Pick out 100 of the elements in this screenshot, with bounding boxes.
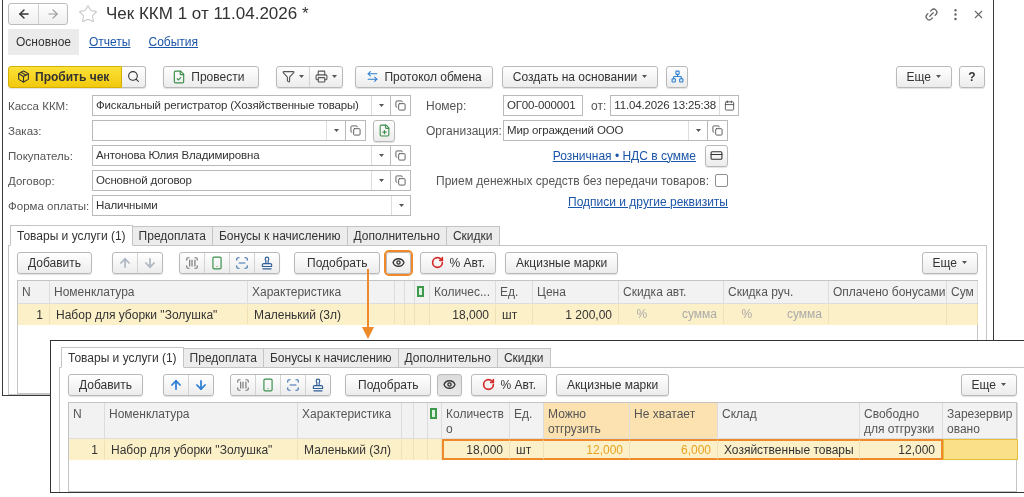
printer-icon <box>315 70 329 83</box>
caret-icon <box>299 75 305 78</box>
open-icon <box>395 175 406 186</box>
open-button[interactable] <box>391 145 411 166</box>
payment-button[interactable] <box>705 144 728 167</box>
add-button[interactable]: Добавить <box>68 373 144 396</box>
price-type-link[interactable]: Розничная • НДС в сумме <box>552 148 696 163</box>
open-icon <box>395 150 406 161</box>
refresh-icon <box>482 378 496 391</box>
open-button[interactable] <box>391 95 411 116</box>
caret-icon <box>695 129 701 132</box>
tab[interactable]: Предоплата <box>132 226 213 246</box>
link-button[interactable] <box>924 6 939 22</box>
auto-discount-button[interactable]: % Авт. <box>420 251 497 274</box>
table-cell: Маленький (3л) <box>248 304 395 325</box>
open-button[interactable] <box>346 120 366 141</box>
column-header[interactable]: Свободно для отгрузки <box>860 403 943 438</box>
number-field[interactable]: ОГ00-000001 <box>503 95 583 116</box>
column-header[interactable]: Оплачено бонусами <box>829 281 947 303</box>
select-field[interactable]: Мир ограждений ООО <box>503 120 708 141</box>
exchange-log-button[interactable]: Протокол обмена <box>355 65 493 88</box>
column-header[interactable]: Не хватает <box>630 403 718 438</box>
table-cell: Хозяйственные товары <box>718 439 860 460</box>
select-field[interactable]: Антонова Юлия Владимировна <box>92 145 391 166</box>
column-header[interactable]: Ед. <box>496 281 533 303</box>
select-field[interactable]: Наличными <box>92 195 411 216</box>
field-label: Форма оплаты: <box>8 199 91 212</box>
tab[interactable]: Дополнительно <box>347 226 447 246</box>
auto-discount-button[interactable]: % Авт. <box>471 373 548 396</box>
amount-placeholder: сумма <box>680 306 718 323</box>
print-receipt-button[interactable]: Пробить чек <box>8 65 123 88</box>
show-stock-button[interactable] <box>386 251 412 274</box>
caret-icon <box>398 204 404 207</box>
details-link[interactable]: Подписи и другие реквизиты <box>568 195 728 209</box>
checkbox-label: Прием денежных средств без передачи товаров: <box>436 173 709 188</box>
stamp-icon <box>311 377 326 392</box>
column-header[interactable]: Склад <box>718 403 860 438</box>
tab[interactable]: Скидки <box>497 348 551 368</box>
checkbox[interactable] <box>715 174 728 187</box>
open-button[interactable] <box>708 120 728 141</box>
tab[interactable]: Бонусы к начислению <box>263 348 399 368</box>
help-button[interactable]: ? <box>959 65 985 88</box>
select-field[interactable] <box>92 120 346 141</box>
date-field[interactable]: 11.04.2026 13:25:38 <box>610 95 740 116</box>
caret-icon <box>378 104 384 107</box>
column-header[interactable]: Цена <box>533 281 619 303</box>
tab[interactable]: Товары и услуги (1) <box>10 225 133 246</box>
tab[interactable]: Бонусы к начислению <box>212 226 348 246</box>
tab[interactable]: Товары и услуги (1) <box>61 347 184 368</box>
tab[interactable]: Дополнительно <box>398 348 498 368</box>
column-header[interactable]: Характеристика <box>248 281 395 303</box>
pick-button[interactable]: Подобрать <box>345 373 432 396</box>
create-based-on-button[interactable]: Создать на основании <box>501 65 659 88</box>
pick-button[interactable]: Подобрать <box>294 251 381 274</box>
show-stock-button[interactable] <box>437 373 463 396</box>
caret-icon <box>1001 383 1006 386</box>
column-header[interactable]: Количес... <box>430 281 496 303</box>
document-icon <box>377 124 391 137</box>
search-button[interactable] <box>122 65 147 88</box>
column-header[interactable]: Сум <box>947 281 978 303</box>
percent-placeholder: % <box>635 306 649 323</box>
scanner-icon <box>235 255 250 270</box>
column-header[interactable]: Зарезервировано <box>943 403 1018 438</box>
open-button[interactable] <box>391 170 411 191</box>
column-header[interactable]: Скидка руч. <box>724 281 829 303</box>
more-button[interactable]: Еще <box>921 251 978 274</box>
open-icon <box>395 100 406 111</box>
more-button[interactable]: Еще <box>960 373 1017 396</box>
column-header[interactable]: Можно отгрузить <box>544 403 630 438</box>
caret-icon <box>962 261 967 264</box>
column-header[interactable]: Скидка авт. <box>619 281 724 303</box>
window-title: Чек ККМ 1 от 11.04.2026 * <box>106 4 310 24</box>
select-field[interactable]: Фискальный регистратор (Хозяйственные товары) <box>92 95 391 116</box>
tab[interactable]: Предоплата <box>183 348 264 368</box>
structure-button[interactable] <box>666 65 689 88</box>
select-field[interactable]: Основной договор <box>92 170 391 191</box>
table-cell: 12,000 <box>860 439 943 460</box>
more-button[interactable]: Еще <box>895 65 952 88</box>
excise-stamps-button[interactable]: Акцизные марки <box>505 251 619 274</box>
column-header[interactable]: Количество <box>442 403 510 438</box>
column-header[interactable]: N <box>69 403 105 438</box>
section-link[interactable]: Основное <box>8 29 79 55</box>
add-button[interactable]: Добавить <box>17 251 93 274</box>
column-header[interactable]: Номенклатура <box>50 281 248 303</box>
column-header[interactable]: Характеристика <box>298 403 402 438</box>
table-cell: 1 200,00 <box>533 304 619 325</box>
table-cell: Набор для уборки "Золушка" <box>50 304 248 325</box>
tab[interactable]: Скидки <box>446 226 500 246</box>
column-header[interactable]: Номенклатура <box>105 403 298 438</box>
section-link[interactable]: События <box>140 29 206 55</box>
eye-icon <box>443 378 457 391</box>
column-header[interactable]: N <box>18 281 50 303</box>
post-button[interactable]: Провести <box>163 65 260 88</box>
table-row[interactable]: 1 Набор для уборки "Золушка" Маленький (3л) 18,000 шт 1 200,00 % сумма % сумма <box>18 304 977 325</box>
section-link[interactable]: Отчеты <box>81 29 139 55</box>
excise-stamps-button[interactable]: Акцизные марки <box>556 373 670 396</box>
fill-button[interactable] <box>373 119 395 142</box>
open-icon <box>712 125 723 136</box>
barcode-icon <box>236 377 251 392</box>
table-row[interactable]: 1 Набор для уборки "Золушка" Маленький (3л) 18,000 шт 12,000 6,000 Хозяйственные товары 12,000 <box>69 439 1016 460</box>
